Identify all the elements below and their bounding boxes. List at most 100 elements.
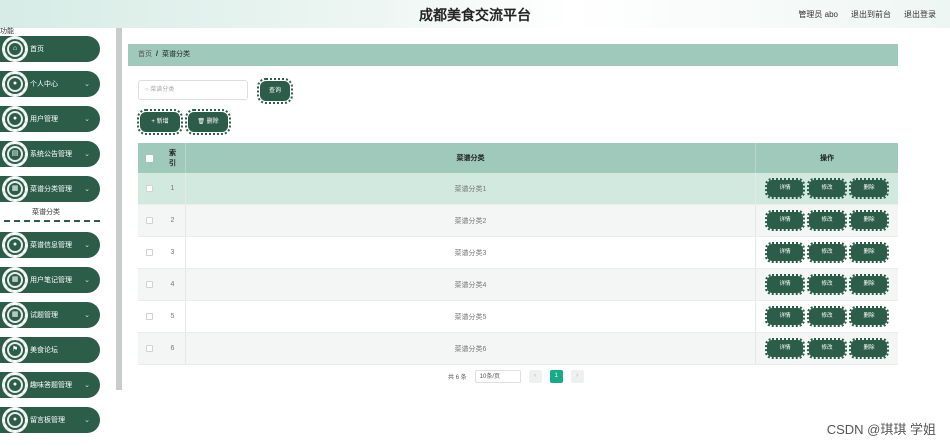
pagination: 共 6 条 10条/页 ‹ 1 › [448,370,584,383]
sidebar-top-label: 功能 [0,28,14,35]
delete-button[interactable]: 删除 [849,274,889,295]
cell-index: 5 [160,301,186,332]
prev-page-button[interactable]: ‹ [528,370,542,383]
cell-index: 3 [160,237,186,268]
breadcrumb: 首页 / 菜谱分类 [128,44,898,66]
chevron-down-icon: ⌄ [84,277,90,284]
table-row: 3 菜谱分类3 详情 修改 删除 [138,237,898,269]
sidebar-item-notices[interactable]: ▤ 系统公告管理 ⌄ [0,141,100,167]
notice-icon: ▤ [2,141,28,167]
quiz-icon: ● [2,372,28,398]
delete-button[interactable]: 删除 [849,242,889,263]
detail-button[interactable]: 详情 [765,242,805,263]
detail-button[interactable]: 详情 [765,178,805,199]
sidebar-item-home[interactable]: ⌂ 首页 [0,36,100,62]
submenu-category[interactable]: 菜谱分类 [32,207,60,217]
top-bar: 成都美食交流平台 管理员 abo 退出到前台 退出登录 [0,0,950,28]
search-placeholder: 菜谱分类 [150,87,175,93]
detail-button[interactable]: 详情 [765,306,805,327]
batch-delete-label: 删除 [206,119,219,125]
sidebar-item-label: 美食论坛 [30,347,58,354]
row-checkbox[interactable] [145,217,153,224]
sidebar-item-messages[interactable]: ● 留言板管理 ⌄ [0,407,100,433]
detail-button[interactable]: 详情 [765,210,805,231]
delete-button[interactable]: 删除 [849,338,889,359]
logout-link[interactable]: 退出登录 [904,9,936,20]
row-checkbox[interactable] [145,185,153,192]
user-icon: ● [2,71,28,97]
row-checkbox[interactable] [145,345,153,352]
recipe-icon: ● [2,232,28,258]
delete-button[interactable]: 删除 [849,210,889,231]
chevron-down-icon: ⌄ [84,151,90,158]
chevron-down-icon: ⌄ [84,382,90,389]
sidebar-item-users[interactable]: ● 用户管理 ⌄ [0,106,100,132]
sidebar-item-label: 用户管理 [30,116,58,123]
select-all-checkbox[interactable] [145,154,153,162]
sidebar-item-label: 个人中心 [30,81,58,88]
edit-button[interactable]: 修改 [807,338,847,359]
table-row: 6 菜谱分类6 详情 修改 删除 [138,333,898,365]
home-icon: ⌂ [2,36,28,62]
sidebar-item-label: 用户笔记管理 [30,277,72,284]
table-row: 1 菜谱分类1 详情 修改 删除 [138,173,898,205]
sidebar-item-label: 趣味答题管理 [30,382,72,389]
detail-button[interactable]: 详情 [765,274,805,295]
header-name: 菜谱分类 [186,143,756,173]
watermark: CSDN @琪琪 学姐 [826,422,936,437]
add-button[interactable]: + 新增 [137,109,183,135]
sidebar-item-label: 留言板管理 [30,417,65,424]
edit-button[interactable]: 修改 [807,274,847,295]
delete-button[interactable]: 删除 [849,178,889,199]
chevron-down-icon: ⌄ [84,81,90,88]
cell-name: 菜谱分类4 [186,269,756,300]
edit-button[interactable]: 修改 [807,242,847,263]
breadcrumb-home[interactable]: 首页 [138,51,152,58]
page-size-select[interactable]: 10条/页 [474,370,521,383]
message-icon: ● [2,407,28,433]
sidebar-item-questions[interactable]: ▦ 试题管理 ⌄ [0,302,100,328]
divider [4,220,100,222]
sidebar-item-label: 试题管理 [30,312,58,319]
search-input[interactable]: ○ 菜谱分类 [138,80,248,100]
edit-button[interactable]: 修改 [807,306,847,327]
table-row: 5 菜谱分类5 详情 修改 删除 [138,301,898,333]
note-icon: ▦ [2,267,28,293]
row-checkbox[interactable] [145,249,153,256]
cell-index: 2 [160,205,186,236]
row-checkbox[interactable] [145,281,153,288]
cell-index: 4 [160,269,186,300]
header-ops: 操作 [820,155,834,162]
cell-name: 菜谱分类1 [186,173,756,204]
sidebar-item-notes[interactable]: ▦ 用户笔记管理 ⌄ [0,267,100,293]
header-index: 索引 [160,143,186,173]
sidebar-item-profile[interactable]: ● 个人中心 ⌄ [0,71,100,97]
sidebar-item-forum[interactable]: ⚑ 美食论坛 [0,337,100,363]
cell-name: 菜谱分类3 [186,237,756,268]
sidebar-item-label: 菜谱分类管理 [30,186,72,193]
chevron-down-icon: ⌄ [84,242,90,249]
search-button[interactable]: 查询 [257,78,293,104]
detail-button[interactable]: 详情 [765,338,805,359]
sidebar-item-quiz[interactable]: ● 趣味答题管理 ⌄ [0,372,100,398]
front-link[interactable]: 退出到前台 [851,9,891,20]
next-page-button[interactable]: › [570,370,584,383]
batch-delete-button[interactable]: 🗑 删除 [185,109,231,135]
page-button[interactable]: 1 [549,370,563,383]
category-icon: ▦ [2,176,28,202]
sidebar-item-label: 系统公告管理 [30,151,72,158]
sidebar-item-category[interactable]: ▦ 菜谱分类管理 ⌄ [0,176,100,202]
chevron-down-icon: ⌄ [84,312,90,319]
delete-button[interactable]: 删除 [849,306,889,327]
header-actions: 管理员 abo 退出到前台 退出登录 [798,9,936,20]
main-content: 首页 / 菜谱分类 ○ 菜谱分类 查询 + 新增 🗑 删除 索引 菜谱分类 操作 1… [122,28,950,446]
edit-button[interactable]: 修改 [807,178,847,199]
cell-name: 菜谱分类6 [186,333,756,364]
edit-button[interactable]: 修改 [807,210,847,231]
cell-index: 1 [160,173,186,204]
admin-label: 管理员 abo [798,10,838,19]
chevron-down-icon: ⌄ [84,186,90,193]
sidebar-item-recipes[interactable]: ● 菜谱信息管理 ⌄ [0,232,100,258]
chevron-down-icon: ⌄ [84,116,90,123]
row-checkbox[interactable] [145,313,153,320]
